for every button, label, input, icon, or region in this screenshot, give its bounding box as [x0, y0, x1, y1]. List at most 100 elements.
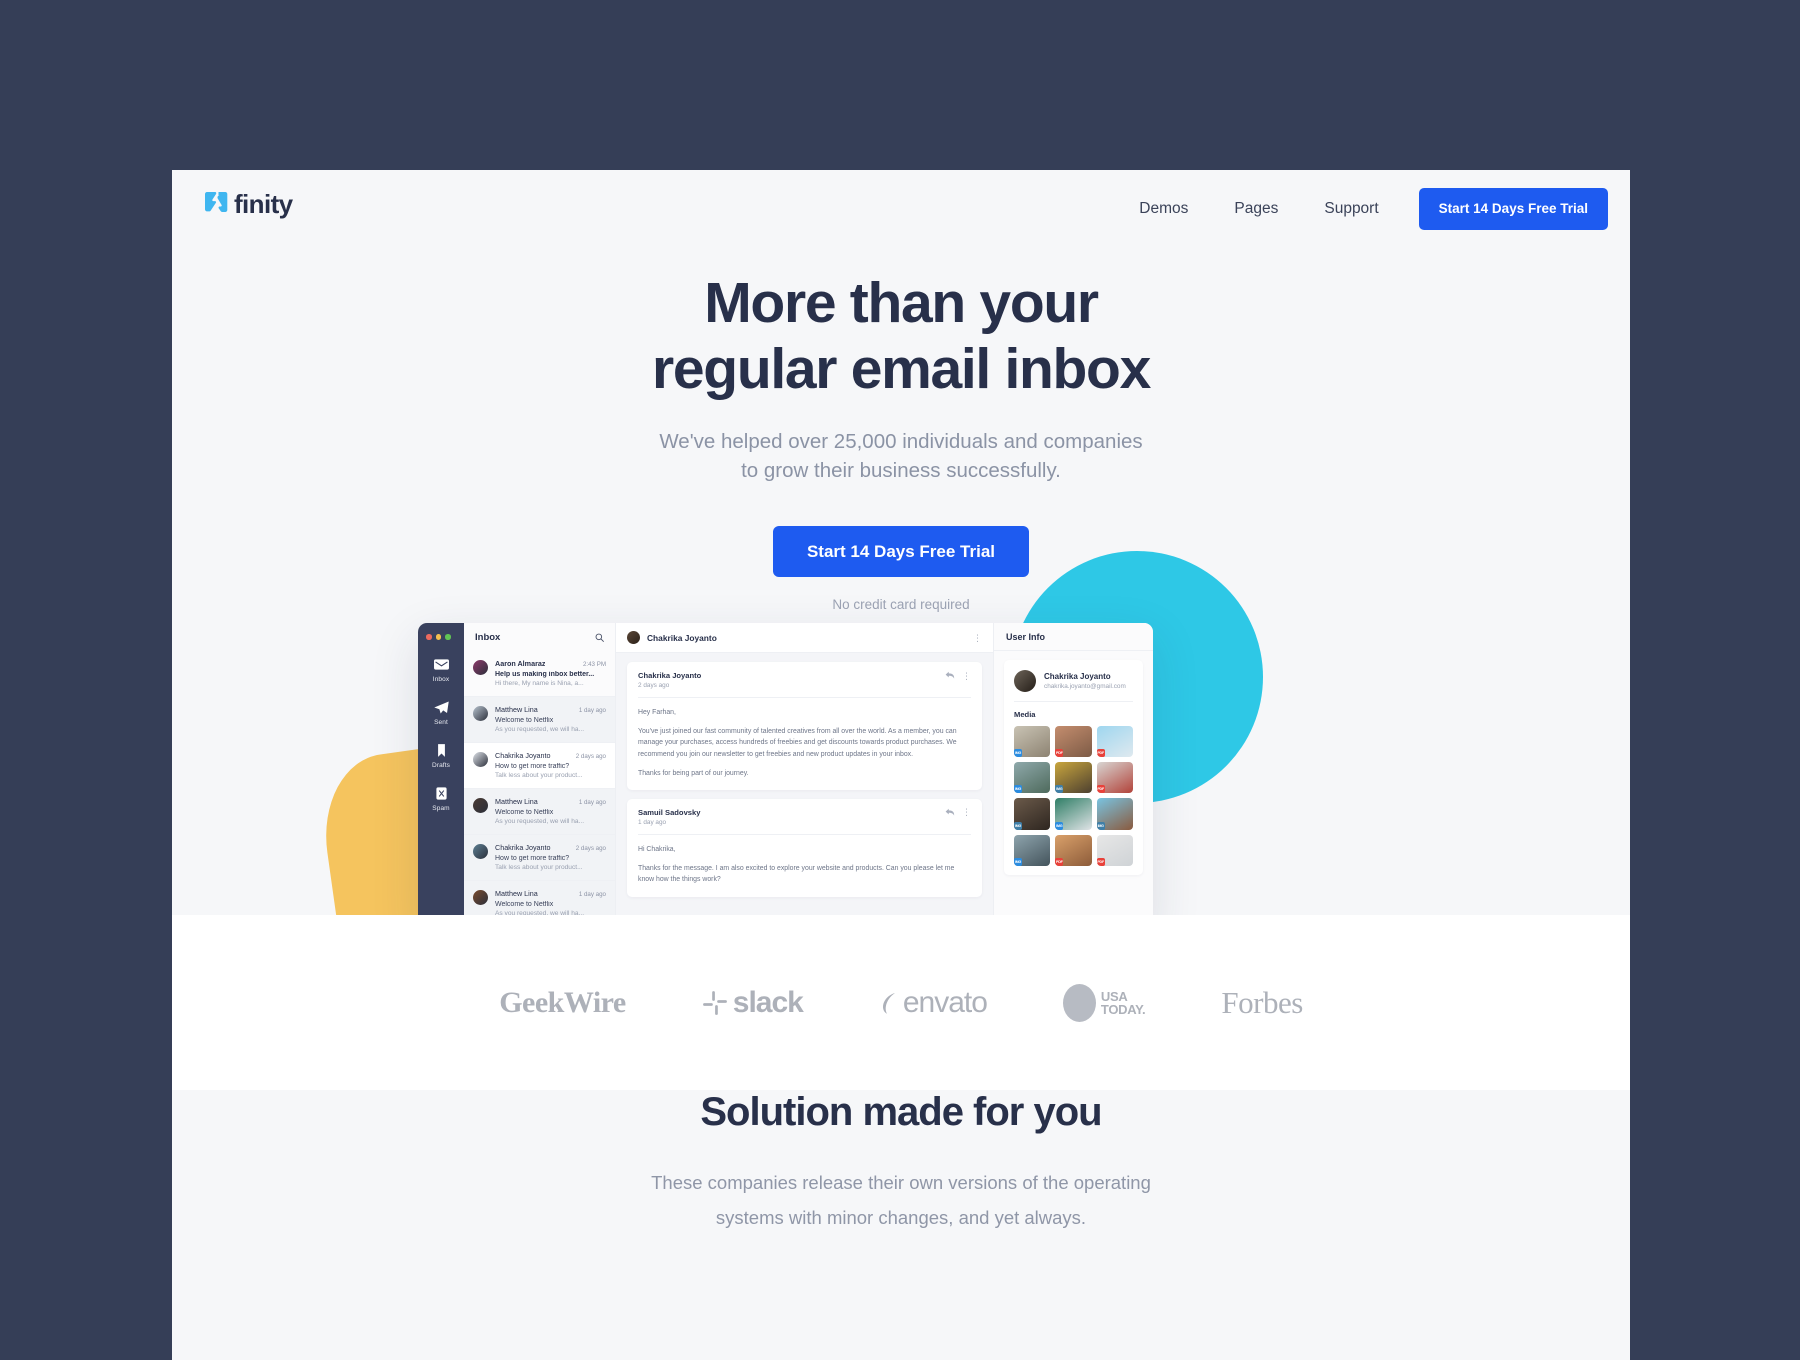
thread-message-body: Thanks for the message. I am also excite… — [638, 865, 955, 884]
sidebar-item-inbox[interactable]: Inbox — [418, 657, 464, 683]
media-thumbnail[interactable]: IMG — [1014, 762, 1051, 794]
header-trial-button[interactable]: Start 14 Days Free Trial — [1418, 188, 1608, 230]
message-sender: Matthew Lina — [495, 705, 538, 714]
nav-item-support[interactable]: Support — [1301, 187, 1401, 231]
solution-section: Solution made for you These companies re… — [172, 1090, 1630, 1235]
sidebar-item-spam[interactable]: Spam — [418, 786, 464, 812]
user-info-panel: User Info Chakrika Joyanto chakrika.joya… — [993, 623, 1153, 929]
logo-slack: slack — [702, 986, 804, 1020]
message-subject: Welcome to Netflix — [495, 716, 554, 724]
logo-usa-today-bottom: TODAY. — [1100, 1001, 1146, 1017]
avatar — [627, 631, 640, 644]
hero-subtitle: We've helped over 25,000 individuals and… — [172, 427, 1630, 485]
message-time: 2 days ago — [575, 753, 606, 760]
table-row[interactable]: Matthew Lina 1 day ago Welcome to Netflix A… — [464, 697, 615, 743]
message-row-top: Matthew Lina 1 day ago — [495, 797, 606, 806]
usa-today-oval-icon — [1062, 983, 1096, 1022]
window-close-dot[interactable] — [426, 634, 432, 640]
media-type-badge: IMG — [1014, 857, 1022, 866]
media-grid: IMG PDF PDF IMG IMG PDF IMG IMG IMG IMG PDF PDF — [1014, 726, 1133, 866]
window-maximize-dot[interactable] — [445, 634, 451, 640]
window-minimize-dot[interactable] — [435, 634, 441, 640]
search-icon[interactable] — [595, 633, 604, 642]
table-row[interactable]: Matthew Lina 1 day ago Welcome to Netflix A… — [464, 789, 615, 835]
logo-geekwire: GeekWire — [499, 986, 626, 1020]
message-preview: Talk less about your product... — [495, 864, 583, 871]
bookmark-icon — [437, 743, 445, 757]
avatar — [473, 890, 488, 905]
avatar — [473, 706, 488, 721]
media-type-badge: IMG — [1014, 821, 1022, 830]
avatar — [473, 844, 488, 859]
media-type-badge: PDF — [1055, 749, 1064, 758]
hero-trial-button[interactable]: Start 14 Days Free Trial — [772, 526, 1030, 578]
message-preview: Hi there, My name is Nina, a... — [495, 680, 584, 687]
user-info-card: Chakrika Joyanto chakrika.joyanto@gmail.… — [1004, 660, 1143, 875]
nav-item-pages[interactable]: Pages — [1211, 187, 1301, 231]
hero-subtitle-line-2: to grow their business successfully. — [741, 459, 1061, 483]
media-thumbnail[interactable]: IMG — [1014, 834, 1051, 866]
solution-body: These companies release their own versio… — [172, 1165, 1630, 1235]
message-time: 1 day ago — [578, 707, 606, 714]
message-list-title: Inbox — [475, 632, 501, 643]
message-row-top: Aaron Almaraz 2:43 PM — [495, 659, 606, 668]
message-row-top: Chakrika Joyanto 2 days ago — [495, 843, 606, 852]
media-type-badge: IMG — [1096, 821, 1105, 830]
message-row-top: Matthew Lina 1 day ago — [495, 705, 606, 714]
table-row[interactable]: Aaron Almaraz 2:43 PM Help us making inbox… — [464, 651, 615, 697]
x-box-icon — [435, 786, 447, 800]
paper-plane-icon — [433, 701, 449, 713]
table-row[interactable]: Chakrika Joyanto 2 days ago How to get mor… — [464, 835, 615, 881]
media-thumbnail[interactable]: IMG — [1055, 762, 1092, 794]
more-options-icon[interactable]: ⋮ — [962, 671, 971, 680]
more-options-icon[interactable]: ⋮ — [962, 808, 971, 817]
logo-envato-text: envato — [902, 985, 988, 1019]
main-nav: Demos Pages Support Start 14 Days Free T… — [1116, 187, 1608, 231]
nav-item-demos[interactable]: Demos — [1116, 187, 1211, 231]
reading-pane: Chakrika Joyanto ⋮ Chakrika Joyanto 2 day… — [616, 623, 993, 929]
message-preview: Talk less about your product... — [495, 772, 583, 779]
message-subject: Welcome to Netflix — [495, 900, 554, 908]
message-preview: As you requested, we will ha... — [495, 818, 585, 825]
table-row[interactable]: Chakrika Joyanto 2 days ago How to get mor… — [464, 743, 615, 789]
message-row-body: Chakrika Joyanto 2 days ago How to get mor… — [495, 843, 606, 871]
message-list-rows: Aaron Almaraz 2:43 PM Help us making inbox… — [464, 651, 615, 927]
sidebar-item-sent-label: Sent — [434, 718, 448, 726]
thread-message-actions: ⋮ — [945, 808, 971, 817]
thread-message-header: Chakrika Joyanto 2 days ago ⋮ — [638, 671, 971, 689]
hero-title-line-2: regular email inbox — [652, 337, 1151, 402]
media-thumbnail[interactable]: IMG — [1014, 798, 1051, 830]
media-thumbnail[interactable]: PDF — [1055, 834, 1092, 866]
reply-icon[interactable] — [945, 808, 955, 817]
sidebar-item-drafts-label: Drafts — [432, 761, 450, 769]
message-sender: Aaron Almaraz — [495, 659, 546, 668]
thread-message-meta: Samuil Sadovsky 1 day ago — [638, 808, 700, 826]
reply-icon[interactable] — [945, 671, 955, 680]
media-thumbnail[interactable]: PDF — [1096, 726, 1133, 758]
media-type-badge: IMG — [1014, 749, 1022, 758]
sidebar-item-drafts[interactable]: Drafts — [418, 743, 464, 769]
client-logo-bar: GeekWire slack envato USA TODAY. Forbes — [172, 915, 1630, 1090]
media-thumbnail[interactable]: IMG — [1055, 798, 1092, 830]
message-row-top: Chakrika Joyanto 2 days ago — [495, 751, 606, 760]
media-thumbnail[interactable]: IMG — [1096, 798, 1133, 830]
more-options-icon[interactable]: ⋮ — [973, 633, 982, 642]
message-row-body: Aaron Almaraz 2:43 PM Help us making inbox… — [495, 659, 606, 687]
avatar — [473, 798, 488, 813]
message-sender: Chakrika Joyanto — [495, 843, 551, 852]
message-sender: Matthew Lina — [495, 889, 538, 898]
message-row-body: Matthew Lina 1 day ago Welcome to Netflix A… — [495, 797, 606, 825]
brand-logo[interactable]: finity — [204, 190, 293, 218]
media-thumbnail[interactable]: IMG — [1014, 726, 1051, 758]
hero-section: More than your regular email inbox We've… — [172, 270, 1630, 612]
media-type-badge: PDF — [1055, 857, 1064, 866]
thread-message-meta: Chakrika Joyanto 2 days ago — [638, 671, 701, 689]
media-thumbnail[interactable]: PDF — [1055, 726, 1092, 758]
finity-mark-icon — [205, 192, 228, 212]
thread-message-card: Samuil Sadovsky 1 day ago ⋮ Hi Chakrika, Tha… — [627, 798, 982, 897]
media-thumbnail[interactable]: PDF — [1096, 762, 1133, 794]
media-thumbnail[interactable]: PDF — [1096, 834, 1133, 866]
sidebar-item-sent[interactable]: Sent — [418, 700, 464, 726]
divider — [1014, 701, 1133, 702]
thread-message-actions: ⋮ — [945, 671, 971, 680]
